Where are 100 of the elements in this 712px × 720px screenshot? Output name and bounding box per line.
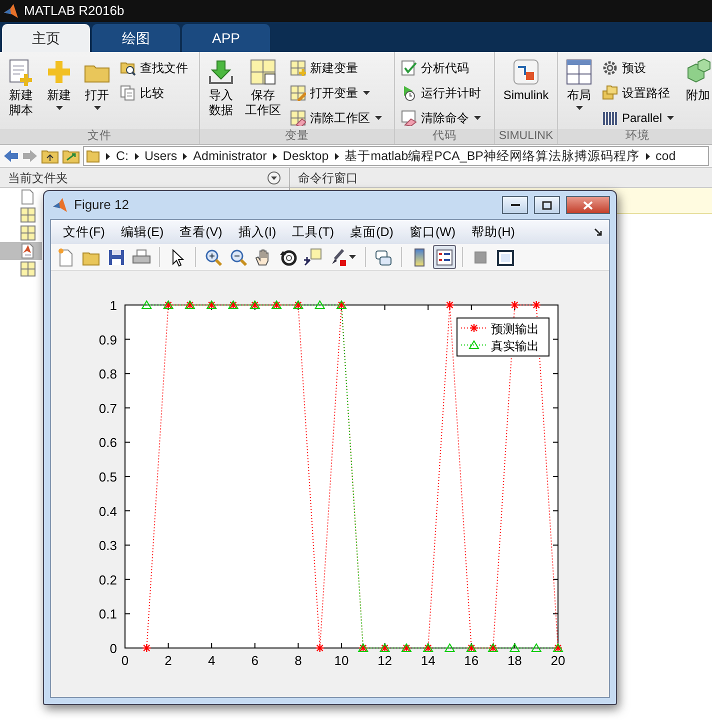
- ribbon-button[interactable]: 清除工作区: [288, 106, 385, 129]
- folders-icon: [602, 84, 618, 100]
- menu-item[interactable]: 帮助(H): [464, 221, 523, 243]
- menu-item[interactable]: 桌面(D): [342, 221, 402, 243]
- ribbon-button[interactable]: 比较: [118, 81, 190, 104]
- menu-item[interactable]: 编辑(E): [112, 221, 172, 243]
- toolbar-button[interactable]: [433, 245, 456, 269]
- path-crumb[interactable]: C:: [116, 147, 128, 165]
- up-folder-icon: [41, 148, 59, 164]
- ribbon-button[interactable]: 新建变量: [288, 56, 385, 79]
- rotate-icon: [279, 248, 298, 266]
- group-label: 代码: [395, 129, 494, 144]
- menu-item[interactable]: 工具(T): [284, 221, 342, 243]
- ribbon-tab[interactable]: 主页: [2, 24, 90, 52]
- brush-icon: [329, 248, 348, 266]
- menu-item[interactable]: 查看(V): [172, 221, 230, 243]
- caret-icon: [92, 105, 102, 111]
- menu-item[interactable]: 插入(I): [230, 221, 284, 243]
- menu-item[interactable]: 文件(F): [55, 221, 113, 243]
- print-icon: [132, 248, 151, 266]
- tick-label: 0: [121, 653, 129, 668]
- grid-icon: [20, 225, 36, 241]
- ribbon-button[interactable]: 新建: [42, 56, 76, 113]
- tick-label: 4: [208, 653, 216, 668]
- close-icon: [581, 200, 595, 210]
- tick-label: 0.9: [98, 332, 117, 348]
- group-label: 文件: [0, 129, 199, 144]
- save-icon: [107, 248, 126, 266]
- tick-label: 0.6: [98, 435, 117, 450]
- zoom-out-icon: [229, 248, 248, 266]
- legend-label: 预测输出: [491, 322, 539, 336]
- chevron-icon: [105, 152, 111, 160]
- ribbon-button[interactable]: 打开: [80, 56, 114, 113]
- figure-file-icon: [20, 243, 36, 259]
- maximize-button[interactable]: [534, 196, 560, 214]
- layout-grid-icon: [565, 58, 593, 86]
- tick-label: 0.3: [98, 538, 117, 554]
- ribbon-button[interactable]: 设置路径: [600, 81, 678, 104]
- ribbon-button[interactable]: 运行并计时: [399, 81, 484, 104]
- path-crumb[interactable]: Desktop: [282, 147, 329, 165]
- tick-label: 18: [507, 653, 522, 668]
- close-button[interactable]: [566, 196, 610, 214]
- folder-icon: [86, 149, 100, 163]
- panel-title: 命令行窗口: [298, 170, 358, 186]
- ribbon-button[interactable]: 打开变量: [288, 81, 385, 104]
- caret-icon: [374, 114, 383, 120]
- tick-label: 0.7: [98, 400, 117, 416]
- grid-plus-icon: [290, 60, 306, 76]
- legend-swatch: [460, 340, 488, 349]
- path-crumb[interactable]: 基于matlab编程PCA_BP神经网络算法脉搏源码程序: [344, 147, 640, 165]
- settings-icon: [602, 60, 618, 76]
- grid-icon: [20, 207, 36, 223]
- minimize-button[interactable]: [502, 196, 528, 214]
- ribbon-tab[interactable]: APP: [182, 24, 270, 52]
- legend-label: 真实输出: [491, 339, 539, 353]
- caret-icon: [348, 254, 357, 260]
- ribbon-tab[interactable]: 绘图: [92, 24, 180, 52]
- legend-icon: [435, 248, 454, 266]
- bars-icon: [602, 110, 618, 126]
- group-label: 环境: [558, 129, 712, 144]
- grid-pencil-icon: [290, 84, 306, 100]
- data-cursor-icon: [304, 248, 323, 266]
- ribbon-button[interactable]: 预设: [600, 56, 678, 79]
- ribbon-button[interactable]: 新建 脚本: [4, 56, 38, 120]
- tick-label: 8: [294, 653, 302, 668]
- ribbon-button[interactable]: Simulink: [500, 56, 552, 105]
- ribbon-button[interactable]: 布局: [562, 56, 596, 113]
- ribbon-button[interactable]: 分析代码: [399, 56, 484, 79]
- caret-icon: [54, 105, 64, 111]
- tick-label: 0.2: [98, 572, 117, 588]
- forward-arrow-icon: [22, 149, 38, 163]
- ribbon-button[interactable]: 清除命令: [399, 106, 484, 129]
- path-crumb[interactable]: Administrator: [193, 147, 267, 165]
- tick-label: 0.5: [98, 470, 117, 484]
- window-title: MATLAB R2016b: [24, 2, 124, 20]
- clock-play-icon: [401, 84, 417, 100]
- ribbon-button[interactable]: 附加: [681, 56, 712, 105]
- tick-label: 0.8: [98, 366, 117, 382]
- grid-icon: [20, 261, 36, 277]
- group-label: SIMULINK: [495, 129, 557, 144]
- caret-icon: [666, 114, 676, 120]
- ribbon-button[interactable]: 查找文件: [118, 56, 190, 79]
- tick-label: 20: [550, 653, 566, 668]
- ribbon-button[interactable]: 导入 数据: [204, 56, 238, 120]
- menu-item[interactable]: 窗口(W): [401, 221, 464, 243]
- ribbon-button[interactable]: Parallel: [600, 106, 678, 129]
- tick-label: 1: [110, 298, 117, 313]
- tick-label: 2: [164, 653, 172, 668]
- address-field[interactable]: C: Users Administrator Desktop 基于matlab编程PCA_BP神经网络算法脉搏源码程序 cod: [83, 146, 709, 166]
- plus-icon: [45, 58, 73, 86]
- maximize-icon: [540, 200, 554, 210]
- tick-label: 14: [420, 653, 436, 668]
- path-crumb[interactable]: cod: [656, 147, 676, 165]
- document-check-icon: [401, 60, 417, 76]
- tick-label: 0.4: [98, 504, 117, 519]
- minimize-icon: [510, 204, 520, 206]
- file-row[interactable]: [0, 242, 42, 260]
- path-crumb[interactable]: Users: [144, 147, 178, 165]
- caret-icon: [574, 105, 584, 111]
- ribbon-button[interactable]: 保存 工作区: [242, 56, 284, 120]
